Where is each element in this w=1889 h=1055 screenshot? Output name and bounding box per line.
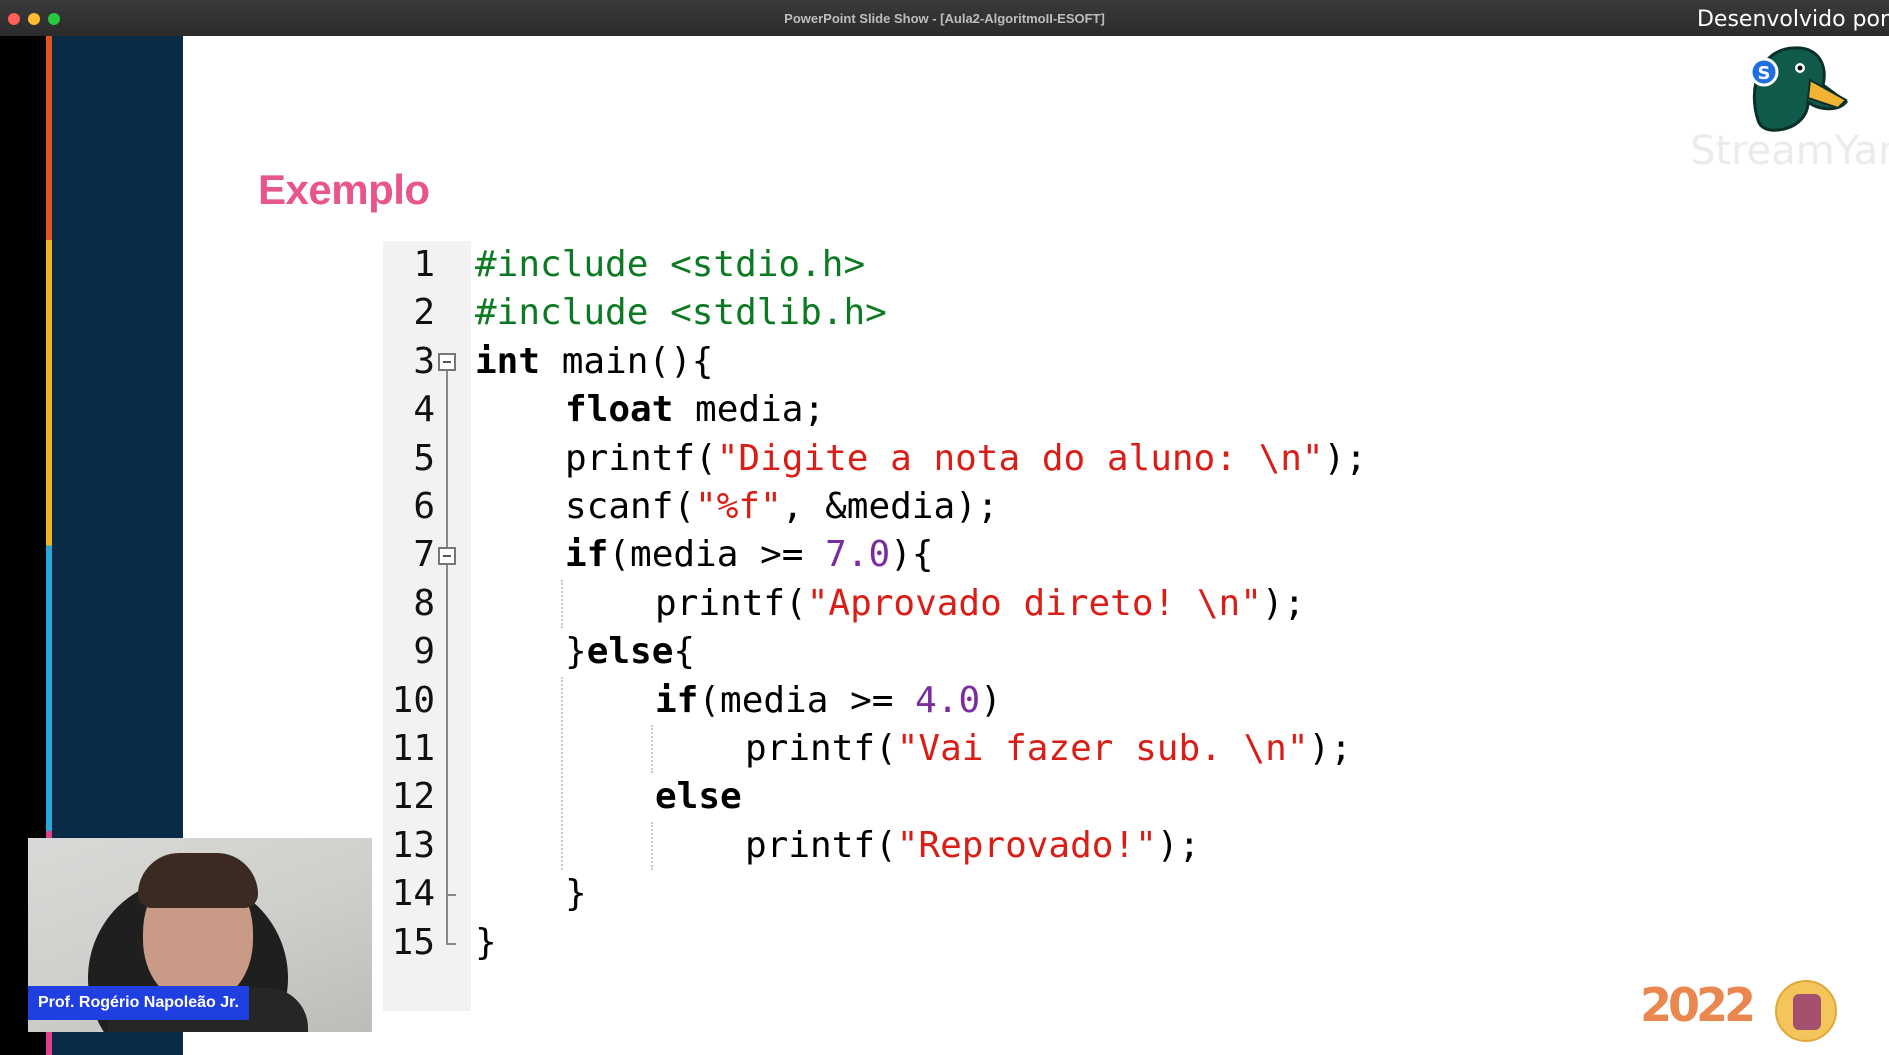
code-text: printf("Vai fazer sub. \n"); [745,725,1352,773]
code-token: ){ [890,534,934,576]
code-token: ); [1308,728,1352,769]
code-token: "Vai fazer sub. \n" [896,728,1309,769]
code-text: if(media >= 4.0) [655,677,1002,725]
code-token: float [565,389,674,431]
code-text: printf("Aprovado direto! \n"); [655,580,1305,628]
line-number: 14 [391,873,435,915]
fold-line [446,371,448,943]
code-token: ); [1156,824,1201,866]
code-token: #include <stdlib.h> [475,292,887,334]
developed-by-label: Desenvolvido por [1696,7,1889,32]
line-number: 4 [413,389,435,431]
code-text: } [565,870,587,918]
svg-text:S: S [1758,63,1771,84]
code-text: } [475,919,497,967]
code-token: "Digite a nota do aluno: \n" [716,437,1324,479]
line-number: 13 [391,824,435,866]
slide-canvas: Exemplo 1 #include <stdio.h> 2 #include <st… [183,36,1889,1055]
code-text: printf("Reprovado!"); [745,822,1200,870]
code-token: "Reprovado!" [896,824,1157,866]
presenter-name-tag: Prof. Rogério Napoleão Jr. [28,986,249,1020]
line-number: 8 [413,582,435,624]
code-text: printf("Digite a nota do aluno: \n"); [565,435,1367,483]
code-token: ) [980,679,1002,721]
code-token: main(){ [540,340,714,382]
slide-title: Exemplo [258,166,430,213]
line-number: 15 [391,921,435,963]
code-token: #include <stdio.h> [475,244,866,285]
code-token: else [655,776,742,818]
indent-guide [651,725,653,774]
code-token: ); [1323,437,1367,479]
code-token: "%f" [695,486,782,527]
code-text: }else{ [565,628,695,676]
webcam-video: Prof. Rogério Napoleão Jr. [28,838,372,1032]
window-title-bar: PowerPoint Slide Show - [Aula2-Algoritmo… [0,0,1889,37]
code-text: int main(){ [475,338,713,386]
code-token: printf( [565,437,717,479]
code-text: if(media >= 7.0){ [565,531,934,579]
code-token: media; [673,389,826,431]
code-token: 4.0 [915,679,981,721]
code-token: printf( [745,824,897,866]
event-2022-logo: 2022 [1640,978,1756,1032]
line-number: 1 [413,244,435,285]
code-token: if [565,534,609,576]
code-text: scanf("%f", &media); [565,483,999,531]
fold-end-tick [446,942,456,945]
line-number: 12 [391,776,435,818]
code-token: int [475,340,541,382]
presenter-hair [138,853,258,908]
code-token: 7.0 [825,534,891,576]
code-text: #include <stdio.h> [475,241,865,289]
streamyard-logo-icon: S [1749,46,1848,132]
institution-badge-icon [1775,980,1837,1042]
code-token: ); [1261,582,1306,624]
code-token: printf( [655,582,807,624]
indent-guide [561,579,563,629]
code-token: (media >= [608,534,826,576]
code-token: scanf( [565,486,696,527]
window-title: PowerPoint Slide Show - [Aula2-Algoritmo… [784,11,1105,26]
code-token: { [673,631,696,673]
line-number: 10 [391,679,435,721]
code-text: else [655,773,742,821]
fold-toggle-icon[interactable] [438,353,456,371]
line-number: 11 [391,728,435,769]
code-text: float media; [565,386,825,434]
line-number: 3 [413,340,435,382]
code-text: #include <stdlib.h> [475,289,887,337]
line-number: 9 [413,631,435,673]
code-token: } [565,631,587,673]
code-token: , &media); [781,486,999,527]
code-block: 1 #include <stdio.h> 2 #include <stdlib.h> 3… [383,241,1583,1011]
code-token: if [655,679,699,721]
code-token: } [475,921,497,963]
line-number: 2 [413,292,435,334]
code-token: printf( [745,728,897,769]
code-token: } [565,873,587,915]
fold-end-tick [446,894,456,897]
line-number: 7 [413,534,435,576]
code-token: (media >= [698,679,916,721]
indent-guide [651,821,653,871]
code-token: else [586,631,674,673]
indent-guide [561,676,563,871]
code-token: "Aprovado direto! \n" [806,582,1262,624]
streamyard-text: StreamYard [1690,128,1889,174]
badge-figure-icon [1793,994,1821,1030]
line-number: 5 [413,437,435,479]
fold-toggle-icon[interactable] [438,546,456,565]
line-number: 6 [413,486,435,527]
